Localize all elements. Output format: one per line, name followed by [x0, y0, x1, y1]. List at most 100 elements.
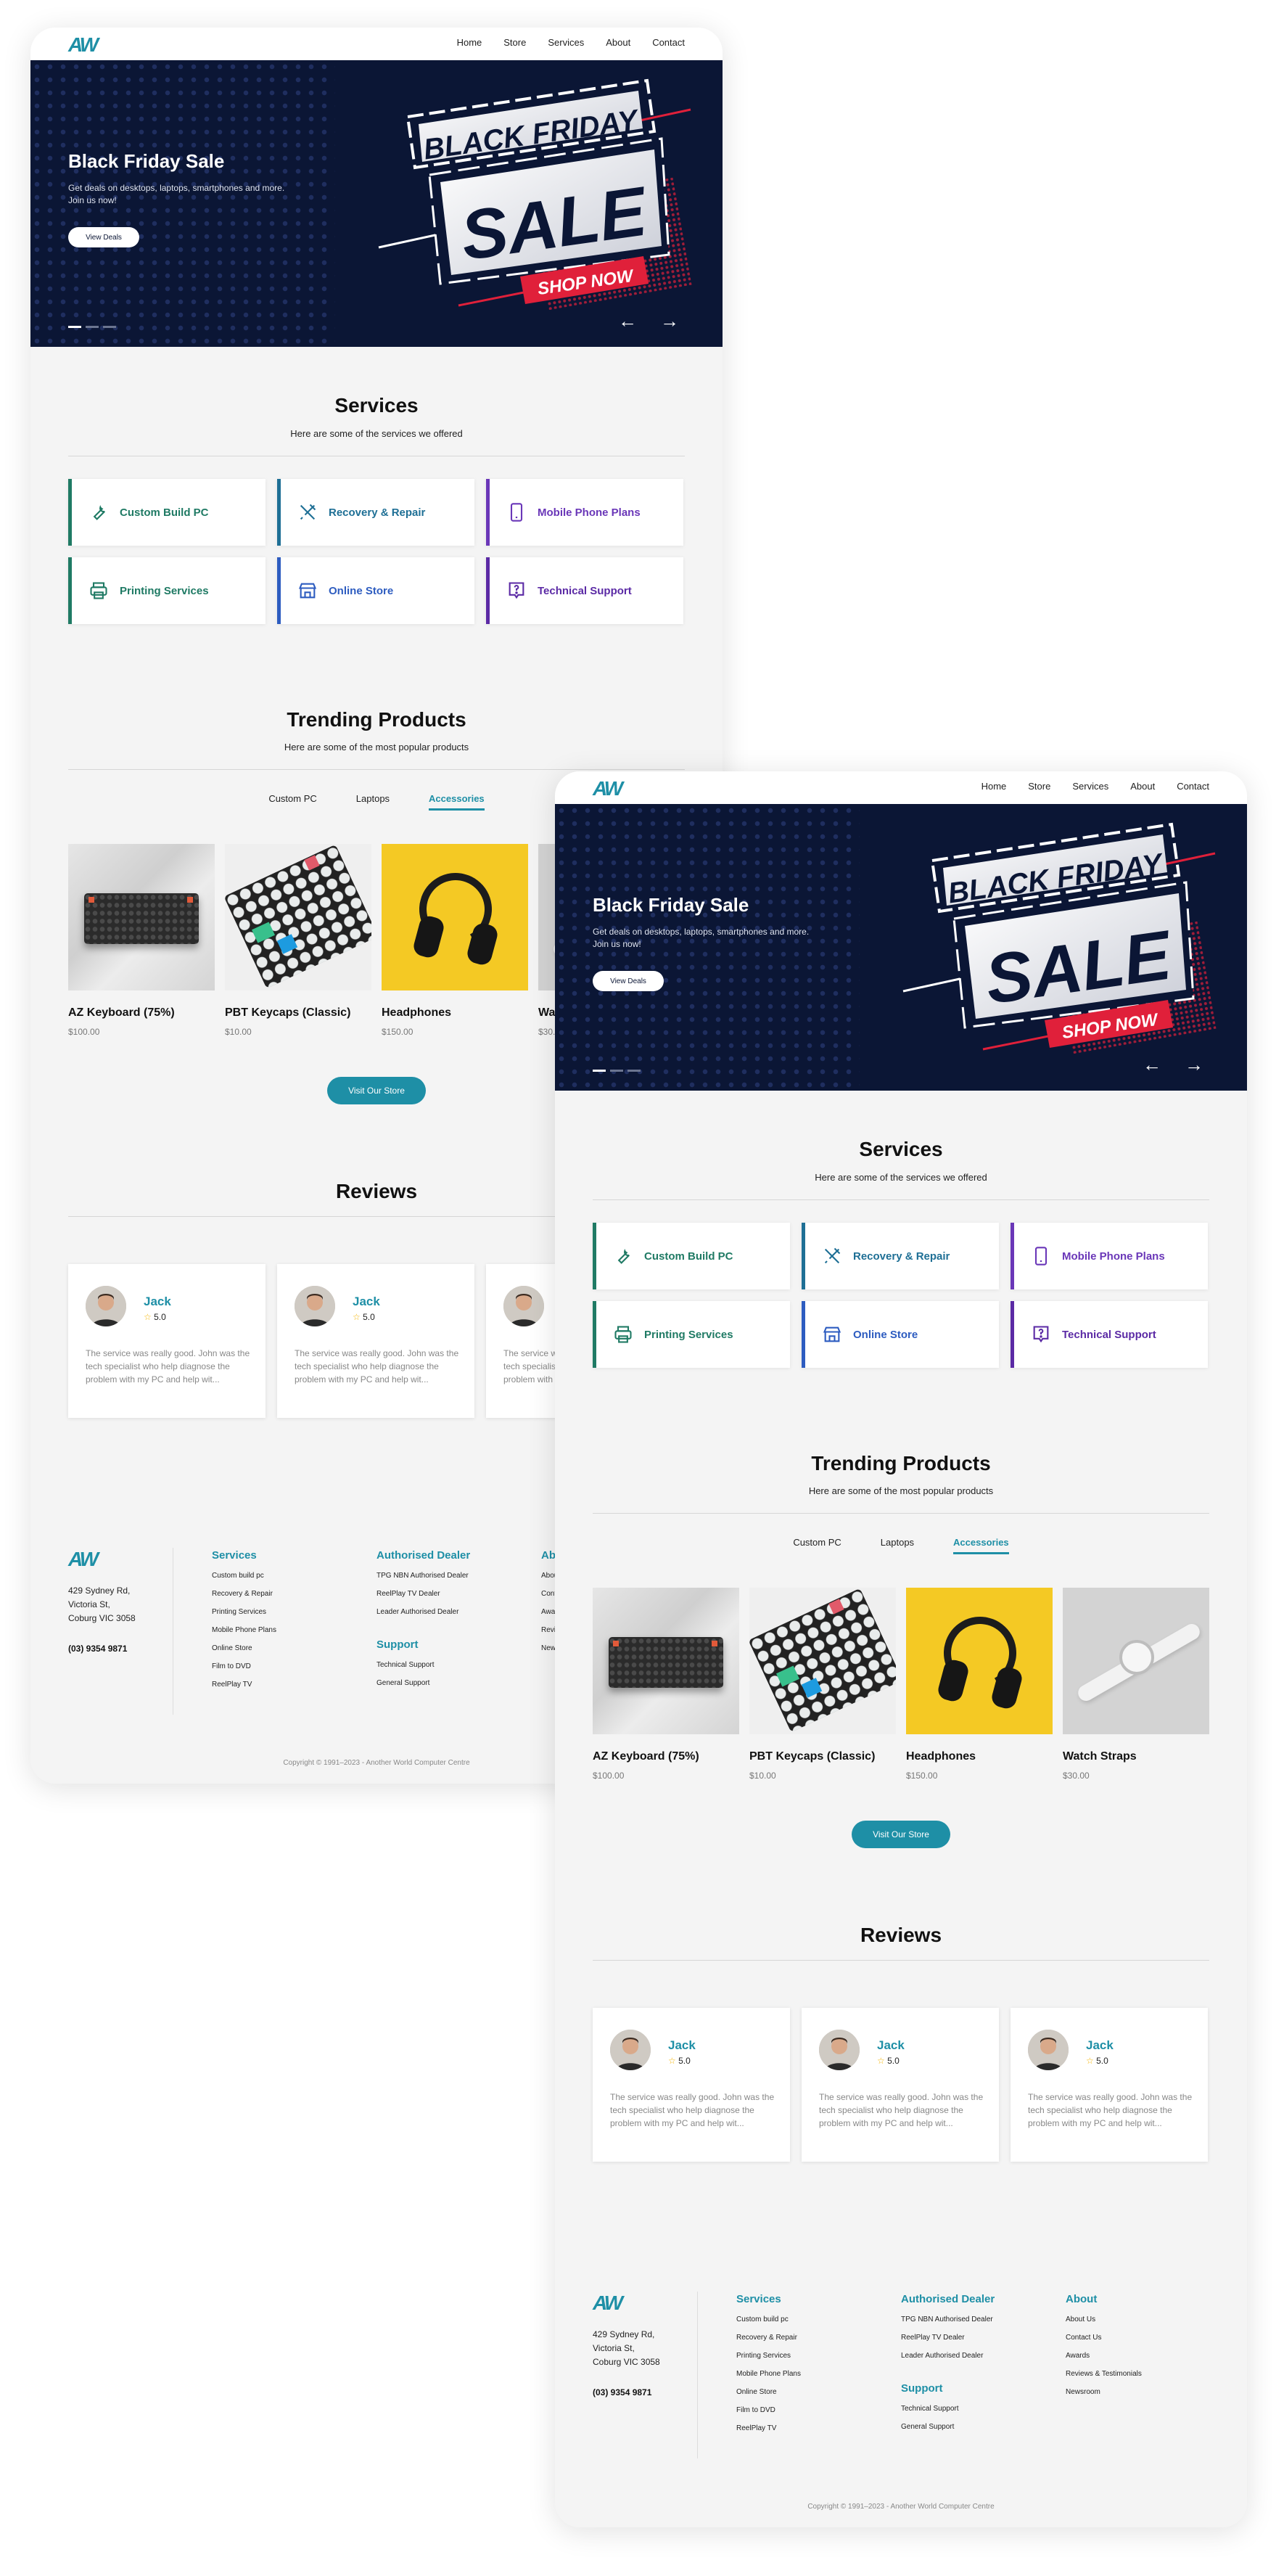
footer-link[interactable]: ReelPlay TV [212, 1675, 276, 1694]
service-card-recovery-repair[interactable]: Recovery & Repair [277, 479, 474, 546]
footer-link[interactable]: Recovery & Repair [736, 2329, 801, 2347]
headphones-image[interactable] [382, 844, 528, 990]
service-card-recovery-repair[interactable]: Recovery & Repair [802, 1223, 999, 1289]
nav-services[interactable]: Services [548, 37, 584, 48]
footer-logo[interactable]: AW [593, 2292, 623, 2315]
logo[interactable]: AW [68, 33, 99, 57]
tab-accessories[interactable]: Accessories [429, 793, 485, 811]
nav-services[interactable]: Services [1072, 781, 1108, 792]
view-deals-button[interactable]: View Deals [593, 971, 664, 991]
footer-link[interactable]: Contact Us [1066, 2329, 1142, 2347]
footer-link[interactable]: Online Store [212, 1639, 276, 1657]
arrow-left-icon[interactable]: ← [618, 311, 637, 330]
footer-link[interactable]: Custom build pc [212, 1567, 276, 1585]
keycaps-image[interactable] [225, 844, 371, 990]
footer-link[interactable]: Awards [1066, 2347, 1142, 2365]
nav-contact[interactable]: Contact [652, 37, 685, 48]
carousel-dot[interactable] [627, 1070, 641, 1072]
product-card[interactable]: AZ Keyboard (75%) $100.00 [68, 844, 215, 1037]
keycaps-image[interactable] [749, 1588, 896, 1734]
footer-link[interactable]: Printing Services [212, 1603, 276, 1621]
footer-link[interactable]: Printing Services [736, 2347, 801, 2365]
footer-link[interactable]: Mobile Phone Plans [736, 2365, 801, 2383]
footer-link[interactable]: TPG NBN Authorised Dealer [901, 2310, 995, 2329]
service-card-custom-build[interactable]: Custom Build PC [593, 1223, 790, 1289]
carousel-dot-active[interactable] [593, 1070, 606, 1072]
footer-link[interactable]: ReelPlay TV Dealer [376, 1585, 470, 1603]
black-friday-banner[interactable]: BLACK FRIDAY SALE SHOP NOW [350, 66, 698, 342]
product-name[interactable]: Headphones [382, 1006, 528, 1020]
nav-contact[interactable]: Contact [1177, 781, 1209, 792]
service-card-printing[interactable]: Printing Services [593, 1301, 790, 1368]
watch-straps-image[interactable] [1063, 1588, 1209, 1734]
carousel-dot-active[interactable] [68, 326, 81, 328]
footer-link[interactable]: Newsroom [1066, 2383, 1142, 2401]
footer-link[interactable]: Custom build pc [736, 2310, 801, 2329]
footer-link[interactable]: Technical Support [901, 2400, 995, 2418]
footer-link[interactable]: Reviews & Testimonials [1066, 2365, 1142, 2383]
carousel-dot[interactable] [103, 326, 116, 328]
product-name[interactable]: AZ Keyboard (75%) [68, 1006, 215, 1020]
footer-link[interactable]: General Support [376, 1674, 470, 1692]
product-name[interactable]: Headphones [906, 1750, 1053, 1763]
tab-laptops[interactable]: Laptops [356, 793, 390, 811]
product-name[interactable]: Watch Straps [1063, 1750, 1209, 1763]
service-card-custom-build[interactable]: Custom Build PC [68, 479, 266, 546]
visit-store-button[interactable]: Visit Our Store [327, 1077, 426, 1104]
product-card[interactable]: PBT Keycaps (Classic) $10.00 [749, 1588, 896, 1781]
nav-about[interactable]: About [1130, 781, 1155, 792]
footer-phone[interactable]: (03) 9354 9871 [593, 2387, 651, 2397]
service-card-online-store[interactable]: Online Store [277, 557, 474, 624]
service-card-tech-support[interactable]: Technical Support [486, 557, 683, 624]
carousel-dot[interactable] [86, 326, 99, 328]
service-card-mobile-plans[interactable]: Mobile Phone Plans [1011, 1223, 1208, 1289]
tab-custom-pc[interactable]: Custom PC [268, 793, 316, 811]
black-friday-banner[interactable]: BLACK FRIDAY SALE SHOP NOW [874, 810, 1222, 1086]
footer-logo[interactable]: AW [68, 1548, 99, 1571]
service-card-tech-support[interactable]: Technical Support [1011, 1301, 1208, 1368]
view-deals-button[interactable]: View Deals [68, 227, 139, 247]
keyboard-image[interactable] [68, 844, 215, 990]
visit-store-button[interactable]: Visit Our Store [852, 1821, 950, 1848]
tab-laptops[interactable]: Laptops [881, 1537, 914, 1554]
footer-link[interactable]: Mobile Phone Plans [212, 1621, 276, 1639]
footer-link[interactable]: TPG NBN Authorised Dealer [376, 1567, 470, 1585]
tab-accessories[interactable]: Accessories [953, 1537, 1009, 1554]
logo[interactable]: AW [593, 777, 623, 800]
footer-link[interactable]: Film to DVD [736, 2401, 801, 2419]
nav-home[interactable]: Home [457, 37, 482, 48]
footer-link[interactable]: General Support [901, 2418, 995, 2436]
product-name[interactable]: AZ Keyboard (75%) [593, 1750, 739, 1763]
service-card-online-store[interactable]: Online Store [802, 1301, 999, 1368]
footer-link[interactable]: ReelPlay TV [736, 2419, 801, 2437]
footer-link[interactable]: ReelPlay TV Dealer [901, 2329, 995, 2347]
footer-phone[interactable]: (03) 9354 9871 [68, 1644, 127, 1654]
carousel-dot[interactable] [610, 1070, 623, 1072]
headphones-image[interactable] [906, 1588, 1053, 1734]
tab-custom-pc[interactable]: Custom PC [793, 1537, 841, 1554]
arrow-right-icon[interactable]: → [660, 311, 679, 330]
service-card-mobile-plans[interactable]: Mobile Phone Plans [486, 479, 683, 546]
nav-store[interactable]: Store [1028, 781, 1050, 792]
footer-link[interactable]: Recovery & Repair [212, 1585, 276, 1603]
footer-link[interactable]: Film to DVD [212, 1657, 276, 1675]
product-name[interactable]: PBT Keycaps (Classic) [749, 1750, 896, 1763]
nav-store[interactable]: Store [503, 37, 526, 48]
product-card[interactable]: Watch Straps $30.00 [1063, 1588, 1209, 1781]
nav-about[interactable]: About [606, 37, 630, 48]
footer-link[interactable]: Online Store [736, 2383, 801, 2401]
arrow-left-icon[interactable]: ← [1143, 1055, 1161, 1074]
arrow-right-icon[interactable]: → [1185, 1055, 1203, 1074]
product-card[interactable]: Headphones $150.00 [906, 1588, 1053, 1781]
product-card[interactable]: PBT Keycaps (Classic) $10.00 [225, 844, 371, 1037]
footer-link[interactable]: Leader Authorised Dealer [901, 2347, 995, 2365]
footer-link[interactable]: Leader Authorised Dealer [376, 1603, 470, 1621]
service-card-printing[interactable]: Printing Services [68, 557, 266, 624]
product-card[interactable]: Headphones $150.00 [382, 844, 528, 1037]
nav-home[interactable]: Home [981, 781, 1007, 792]
keyboard-image[interactable] [593, 1588, 739, 1734]
product-card[interactable]: AZ Keyboard (75%) $100.00 [593, 1588, 739, 1781]
footer-link[interactable]: Technical Support [376, 1656, 470, 1674]
footer-link[interactable]: About Us [1066, 2310, 1142, 2329]
product-name[interactable]: PBT Keycaps (Classic) [225, 1006, 371, 1020]
